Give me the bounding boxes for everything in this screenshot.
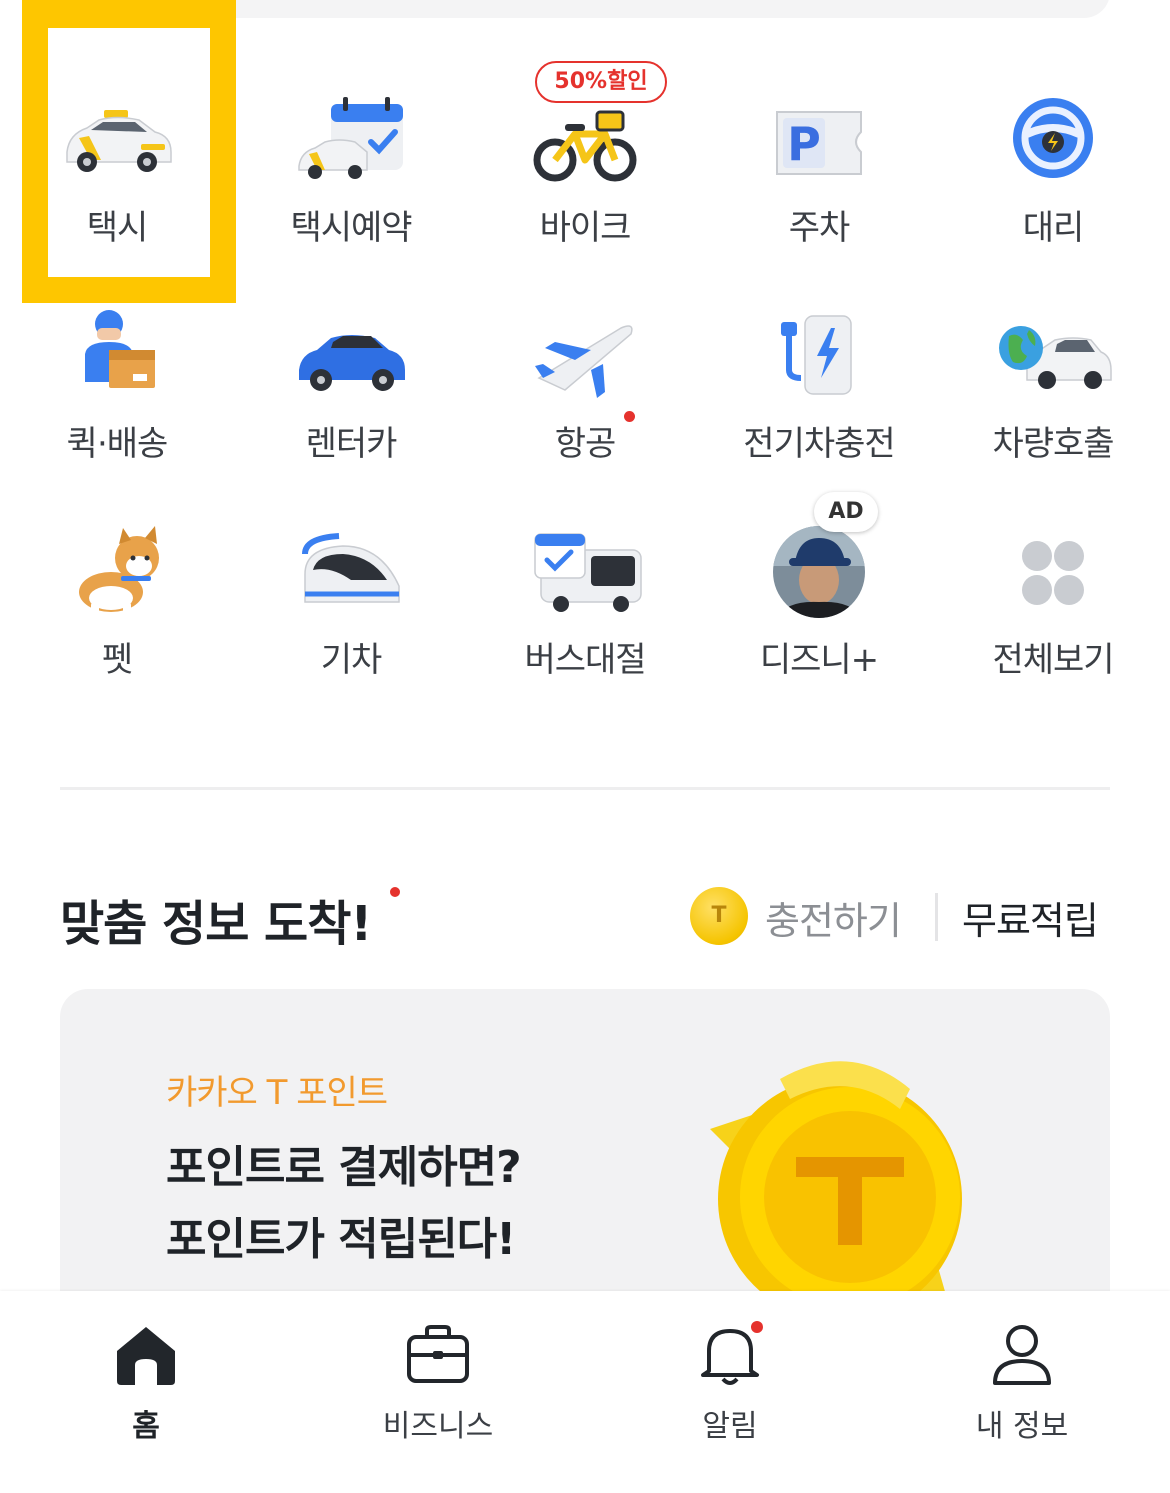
steering-wheel-icon [1013, 98, 1093, 178]
user-icon [993, 1325, 1051, 1385]
rental-car-icon [299, 335, 405, 391]
service-rental-car[interactable]: 렌터카 [234, 246, 468, 464]
pet-icon [79, 526, 159, 614]
airplane-icon [535, 325, 633, 398]
service-vehicle-call[interactable]: 차량호출 [936, 246, 1170, 464]
bell-icon [701, 1321, 763, 1385]
service-bus-charter[interactable]: 버스대절 [468, 462, 702, 680]
bottom-tab-bar: 홈 비즈니스 알림 내 정보 [0, 1291, 1170, 1493]
tab-home[interactable]: 홈 [0, 1291, 292, 1493]
service-label: 택시예약 [290, 208, 412, 248]
service-pet[interactable]: 펫 [0, 462, 234, 680]
selected-service-highlight [22, 0, 236, 303]
view-all-icon [1022, 541, 1084, 605]
charge-link[interactable]: 충전하기 [765, 890, 902, 945]
service-train[interactable]: 기차 [234, 462, 468, 680]
link-separator [935, 893, 938, 941]
t-coin-icon: T [690, 887, 748, 945]
service-label: 대리 [1022, 208, 1085, 248]
service-label: 디즈니+ [759, 640, 879, 680]
taxi-reservation-icon [298, 97, 403, 179]
service-label: 퀵·배송 [66, 424, 169, 464]
service-flight[interactable]: 항공 [468, 246, 702, 464]
service-label: 차량호출 [992, 424, 1114, 464]
new-dot [624, 411, 635, 422]
service-taxi-reservation[interactable]: 택시예약 [234, 30, 468, 248]
promo-card[interactable]: 카카오 T 포인트 포인트로 결제하면? 포인트가 적립된다! [60, 989, 1110, 1329]
section-title: 맞춤 정보 도착! [60, 896, 372, 952]
svg-text:P: P [787, 117, 821, 171]
service-label: 버스대절 [524, 640, 646, 680]
service-label: 기차 [320, 640, 383, 680]
tab-notifications[interactable]: 알림 [584, 1291, 876, 1493]
bus-charter-icon [534, 533, 642, 612]
service-label: 펫 [101, 640, 133, 680]
ev-charger-icon [781, 315, 852, 395]
train-icon [302, 533, 400, 603]
tab-label: 내 정보 [975, 1409, 1069, 1444]
card-eyebrow: 카카오 T 포인트 [166, 1073, 388, 1113]
service-label: 전체보기 [992, 640, 1114, 680]
card-headline-2: 포인트가 적립된다! [166, 1214, 516, 1265]
vehicle-call-icon [999, 326, 1112, 389]
service-label: 바이크 [539, 208, 632, 248]
service-label: 항공 [554, 424, 617, 464]
service-disney-plus[interactable]: 디즈니+ [702, 462, 936, 680]
service-parking[interactable]: P 주차 [702, 30, 936, 248]
tab-label: 알림 [702, 1409, 758, 1444]
section-divider [60, 787, 1110, 790]
service-ev-charging[interactable]: 전기차충전 [702, 246, 936, 464]
new-dot [390, 887, 400, 897]
discount-badge: 50%할인 [535, 61, 667, 103]
service-label: 전기차충전 [743, 424, 895, 464]
tab-my-info[interactable]: 내 정보 [876, 1291, 1168, 1493]
service-label: 렌터카 [305, 424, 398, 464]
home-icon [117, 1327, 175, 1385]
service-view-all[interactable]: 전체보기 [936, 462, 1170, 680]
t-point-coin-icon [710, 1061, 962, 1321]
tab-label: 비즈니스 [382, 1409, 494, 1444]
tab-business[interactable]: 비즈니스 [292, 1291, 584, 1493]
briefcase-icon [407, 1325, 469, 1383]
free-points-link[interactable]: 무료적립 [962, 890, 1099, 945]
delivery-icon [85, 310, 155, 388]
service-designated-driver[interactable]: 대리 [936, 30, 1170, 248]
parking-icon: P [776, 111, 862, 175]
tab-label: 홈 [132, 1409, 160, 1444]
ad-badge: AD [814, 492, 878, 532]
service-label: 주차 [788, 208, 851, 248]
card-headline-1: 포인트로 결제하면? [166, 1142, 522, 1193]
